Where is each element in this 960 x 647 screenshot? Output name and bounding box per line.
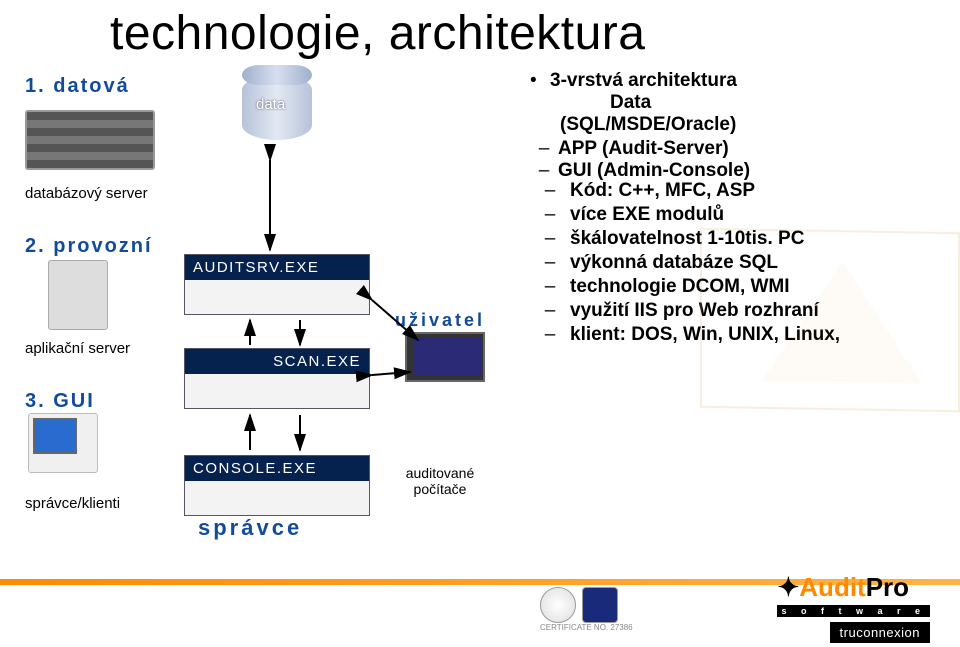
feature-item: využití IIS pro Web rozhraní xyxy=(570,300,819,322)
lead-subitem: APP (Audit-Server) xyxy=(558,138,729,160)
module-body xyxy=(185,481,369,515)
module-console: CONSOLE.EXE xyxy=(184,455,370,516)
ukas-badge-icon xyxy=(582,587,618,623)
module-scan-title: SCAN.EXE xyxy=(185,349,369,374)
cylinder-label: data xyxy=(256,96,285,113)
module-body xyxy=(185,280,369,314)
lead-subitem: GUI (Admin-Console) xyxy=(558,160,750,182)
module-scan: SCAN.EXE xyxy=(184,348,370,409)
feature-item: technologie DCOM, WMI xyxy=(570,276,790,298)
brand-auditpro: ✦AuditPro s o f t w a r e xyxy=(777,572,930,617)
feature-item: škálovatelnost 1-10tis. PC xyxy=(570,228,804,250)
certificate-badges: CERTIFICATE NO. 27386 xyxy=(540,587,633,632)
module-console-title: CONSOLE.EXE xyxy=(185,456,369,481)
rack-server-icon xyxy=(25,110,155,170)
brand-part2: Pro xyxy=(866,572,909,602)
lead-sub-data: Data xyxy=(610,92,651,113)
brand-software: s o f t w a r e xyxy=(777,605,930,617)
audited-computers-label: auditované počítače xyxy=(395,465,485,497)
module-auditsrv-title: AUDITSRV.EXE xyxy=(185,255,369,280)
lead-sub-sql: (SQL/MSDE/Oracle) xyxy=(560,114,736,135)
brand-truconnexion: truconnexion xyxy=(830,622,930,643)
architecture-summary: • 3-vrstvá architektura Data (SQL/MSDE/O… xyxy=(530,70,940,182)
slide-title: technologie, architektura xyxy=(110,6,645,61)
module-body xyxy=(185,374,369,408)
tower-server-icon xyxy=(48,260,108,330)
tier-2-heading: 2. provozní xyxy=(25,235,153,258)
laptop-icon xyxy=(405,332,485,382)
brand-part1: Audit xyxy=(799,572,865,602)
user-label: uživatel xyxy=(395,310,485,331)
urs-badge-icon xyxy=(540,587,576,623)
feature-list: –Kód: C++, MFC, ASP –více EXE modulů –šk… xyxy=(530,180,950,348)
lead-bullet: 3-vrstvá architektura xyxy=(550,70,737,91)
feature-item: výkonná databáze SQL xyxy=(570,252,778,274)
feature-item: klient: DOS, Win, UNIX, Linux, xyxy=(570,324,840,346)
admin-label: správce xyxy=(198,515,302,541)
tier-3-heading: 3. GUI xyxy=(25,390,95,413)
tier-1-heading: 1. datová xyxy=(25,75,130,98)
admin-clients-label: správce/klienti xyxy=(25,495,120,512)
feature-item: více EXE modulů xyxy=(570,204,724,226)
module-auditsrv: AUDITSRV.EXE xyxy=(184,254,370,315)
feature-item: Kód: C++, MFC, ASP xyxy=(570,180,755,202)
certificate-number: CERTIFICATE NO. 27386 xyxy=(540,623,633,632)
desktop-pc-icon xyxy=(28,413,98,473)
db-server-label: databázový server xyxy=(25,185,148,202)
app-server-label: aplikační server xyxy=(25,340,130,357)
